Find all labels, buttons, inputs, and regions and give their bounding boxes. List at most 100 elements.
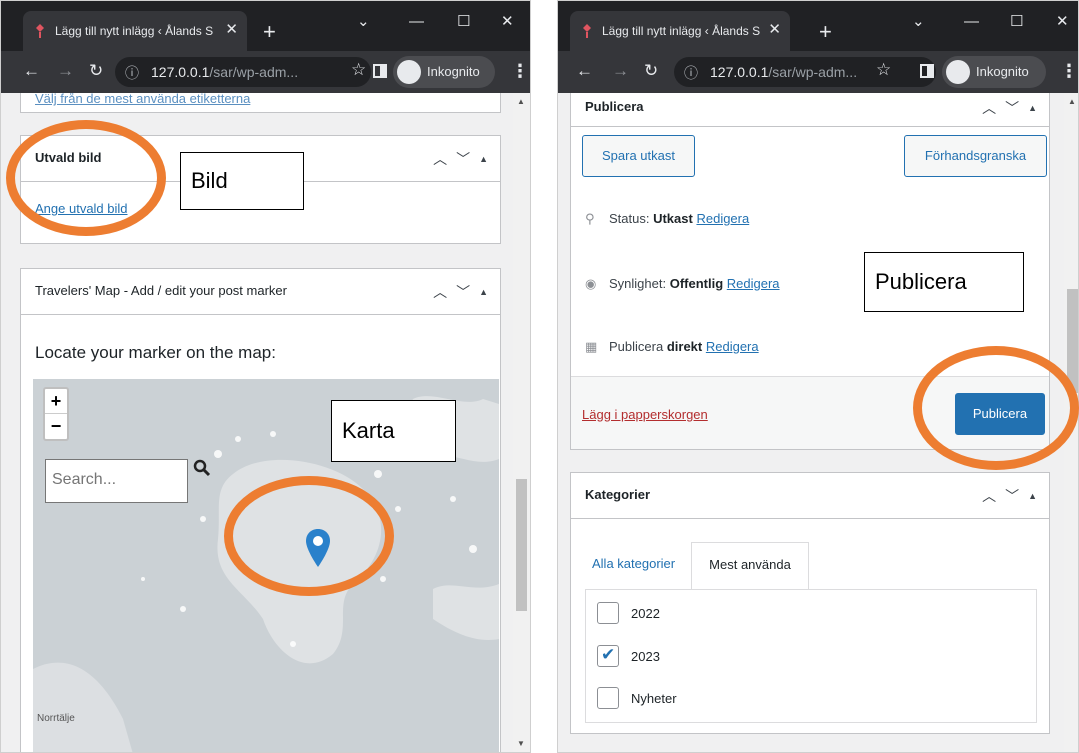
reload-icon[interactable]: ↻ [644, 61, 658, 81]
annotation-label-map: Karta [331, 400, 456, 462]
annotation-label-publish: Publicera [864, 252, 1024, 312]
back-arrow-icon[interactable]: ← [576, 61, 593, 81]
calendar-icon: ▦ [585, 339, 598, 354]
category-checkbox[interactable] [597, 687, 619, 709]
edit-visibility-link[interactable]: Redigera [727, 276, 780, 291]
move-down-icon[interactable]: ﹀ [1005, 486, 1019, 506]
tab-close-icon[interactable]: ✕ [225, 20, 238, 38]
move-down-icon[interactable]: ﹀ [456, 149, 470, 169]
close-window-button[interactable]: ✕ [1056, 13, 1069, 31]
browser-toolbar: ← → ↻ ⓘ 127.0.0.1/sar/wp-adm... ☆ Inkogn… [558, 51, 1078, 93]
address-bar[interactable]: ⓘ 127.0.0.1/sar/wp-adm... [674, 57, 936, 87]
url-text: 127.0.0.1/sar/wp-adm... [710, 64, 858, 80]
publish-time-row: ▦ Publicera direkt Redigera [585, 339, 759, 354]
favicon-icon [36, 24, 44, 38]
postbox-header: Publicera ︿ ﹀ ▲ [571, 93, 1049, 127]
incognito-icon [946, 60, 970, 84]
toggle-panel-icon[interactable]: ▲ [479, 154, 488, 164]
back-arrow-icon[interactable]: ← [23, 61, 40, 81]
category-label: 2023 [631, 649, 660, 664]
postbox-handle-actions: ︿ ﹀ ▲ [424, 282, 488, 302]
zoom-out-button[interactable]: − [45, 414, 67, 439]
forward-arrow-icon[interactable]: → [57, 61, 74, 81]
most-used-tags-link[interactable]: Välj från de mest använda etiketterna [35, 93, 250, 106]
page-scrollbar[interactable]: ▲ ▼ [513, 93, 530, 752]
scroll-thumb[interactable] [516, 479, 527, 611]
category-checkbox[interactable] [597, 645, 619, 667]
search-icon[interactable] [193, 459, 211, 477]
annotation-circle-publish [913, 346, 1079, 470]
zoom-in-button[interactable]: + [45, 389, 67, 414]
new-tab-button[interactable]: + [263, 21, 276, 43]
eye-icon: ◉ [585, 276, 597, 291]
toggle-panel-icon[interactable]: ▲ [1028, 103, 1037, 113]
map-zoom-control: + − [43, 387, 69, 441]
minimize-button[interactable]: — [409, 13, 424, 31]
browser-toolbar: ← → ↻ ⓘ 127.0.0.1/sar/wp-adm... ☆ Inkogn… [1, 51, 530, 93]
reload-icon[interactable]: ↻ [89, 61, 103, 81]
scroll-up-arrow-icon[interactable]: ▲ [1068, 97, 1076, 106]
pin-icon: ⚲ [585, 211, 595, 226]
tab-title: Lägg till nytt inlägg ‹ Ålands S [602, 24, 760, 38]
browser-menu-icon[interactable]: ⋮ [511, 61, 529, 82]
categories-title: Kategorier [585, 487, 651, 502]
bookmark-star-icon[interactable]: ☆ [876, 60, 891, 80]
browser-tab[interactable]: Lägg till nytt inlägg ‹ Ålands S ✕ [23, 11, 247, 51]
site-info-icon[interactable]: ⓘ [684, 63, 698, 83]
tab-close-icon[interactable]: ✕ [768, 20, 781, 38]
tab-search-icon[interactable]: ⌄ [912, 13, 925, 31]
minimize-button[interactable]: — [964, 13, 979, 31]
toggle-panel-icon[interactable]: ▲ [1028, 491, 1037, 501]
tab-search-icon[interactable]: ⌄ [357, 13, 370, 31]
map-search-input[interactable]: Search... [45, 459, 188, 503]
annotation-circle-map [224, 476, 394, 596]
site-info-icon[interactable]: ⓘ [125, 63, 139, 83]
map-heading: Locate your marker on the map: [35, 343, 276, 362]
close-window-button[interactable]: ✕ [501, 13, 514, 31]
postbox-handle-actions: ︿ ﹀ ▲ [973, 486, 1037, 506]
save-draft-button[interactable]: Spara utkast [582, 135, 695, 177]
preview-button[interactable]: Förhandsgranska [904, 135, 1047, 177]
side-panel-icon[interactable] [373, 64, 387, 78]
incognito-chip[interactable]: Inkognito [942, 56, 1046, 88]
new-tab-button[interactable]: + [819, 21, 832, 43]
tab-strip: Lägg till nytt inlägg ‹ Ålands S ✕ + ⌄ —… [558, 1, 1078, 51]
browser-menu-icon[interactable]: ⋮ [1060, 61, 1078, 82]
travelers-map-title: Travelers' Map - Add / edit your post ma… [35, 283, 287, 298]
tab-all-categories[interactable]: Alla kategorier [592, 556, 675, 571]
postbox-handle-actions: ︿ ﹀ ▲ [424, 149, 488, 169]
incognito-label: Inkognito [427, 64, 480, 79]
postbox-handle-actions: ︿ ﹀ ▲ [973, 98, 1037, 118]
annotation-label-image: Bild [180, 152, 304, 210]
move-down-icon[interactable]: ﹀ [456, 282, 470, 302]
tab-strip: Lägg till nytt inlägg ‹ Ålands S ✕ + ⌄ —… [1, 1, 530, 51]
forward-arrow-icon[interactable]: → [612, 61, 629, 81]
address-bar[interactable]: ⓘ 127.0.0.1/sar/wp-adm... [115, 57, 371, 87]
status-row: ⚲ Status: Utkast Redigera [585, 211, 750, 226]
tags-box: Välj från de mest använda etiketterna [20, 93, 501, 113]
browser-window-left: Lägg till nytt inlägg ‹ Ålands S ✕ + ⌄ —… [0, 0, 531, 753]
scroll-up-arrow-icon[interactable]: ▲ [517, 97, 525, 106]
postbox-header: Kategorier ︿ ﹀ ▲ [571, 473, 1049, 519]
edit-publish-time-link[interactable]: Redigera [706, 339, 759, 354]
browser-tab[interactable]: Lägg till nytt inlägg ‹ Ålands S ✕ [570, 11, 790, 51]
favicon-icon [583, 24, 591, 38]
scroll-down-arrow-icon[interactable]: ▼ [517, 739, 525, 748]
move-up-icon[interactable]: ︿ [433, 282, 447, 302]
edit-status-link[interactable]: Redigera [696, 211, 749, 226]
incognito-chip[interactable]: Inkognito [393, 56, 495, 88]
tab-most-used[interactable]: Mest använda [691, 542, 809, 590]
side-panel-icon[interactable] [920, 64, 934, 78]
move-up-icon[interactable]: ︿ [982, 486, 996, 506]
move-down-icon[interactable]: ﹀ [1005, 98, 1019, 118]
category-checkbox[interactable] [597, 602, 619, 624]
visibility-row: ◉ Synlighet: Offentlig Redigera [585, 276, 780, 291]
move-up-icon[interactable]: ︿ [982, 98, 996, 118]
move-to-trash-link[interactable]: Lägg i papperskorgen [582, 407, 708, 422]
move-up-icon[interactable]: ︿ [433, 149, 447, 169]
maximize-button[interactable]: ☐ [1010, 13, 1023, 31]
bookmark-star-icon[interactable]: ☆ [351, 60, 366, 80]
toggle-panel-icon[interactable]: ▲ [479, 287, 488, 297]
incognito-icon [397, 60, 421, 84]
maximize-button[interactable]: ☐ [457, 13, 470, 31]
